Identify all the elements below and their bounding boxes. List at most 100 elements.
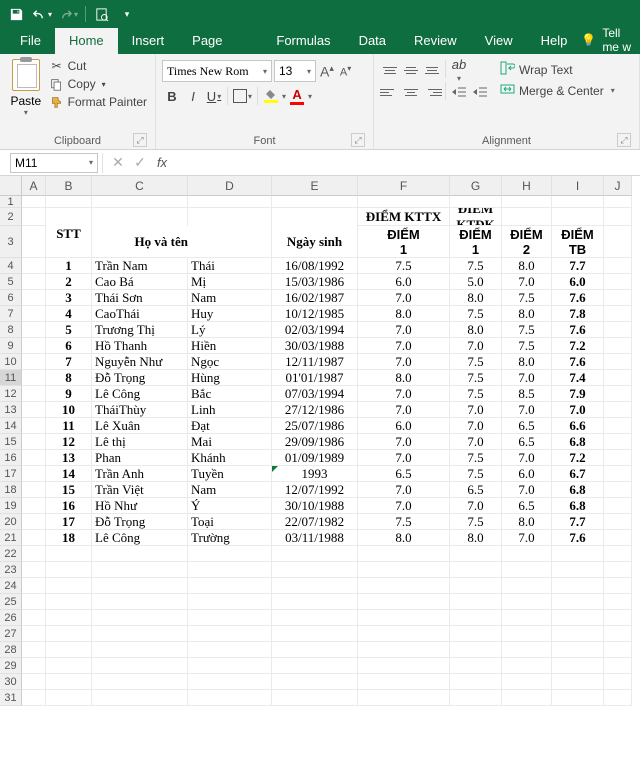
cell[interactable]: Thái bbox=[188, 258, 272, 274]
cell[interactable] bbox=[46, 642, 92, 658]
underline-button[interactable]: U▾ bbox=[204, 86, 224, 106]
cell[interactable]: 5.0 bbox=[450, 274, 502, 290]
cell[interactable] bbox=[188, 610, 272, 626]
row-header[interactable]: 22 bbox=[0, 546, 22, 562]
cell[interactable] bbox=[552, 674, 604, 690]
cell[interactable] bbox=[272, 208, 358, 226]
cell[interactable]: 7.5 bbox=[450, 386, 502, 402]
cell[interactable] bbox=[450, 578, 502, 594]
name-box[interactable]: M11▾ bbox=[10, 153, 98, 173]
row-header[interactable]: 17 bbox=[0, 466, 22, 482]
cell[interactable] bbox=[552, 626, 604, 642]
cell[interactable]: 7.5 bbox=[450, 258, 502, 274]
cell[interactable] bbox=[604, 226, 632, 258]
cell[interactable] bbox=[604, 322, 632, 338]
cell[interactable] bbox=[92, 562, 188, 578]
cell[interactable] bbox=[358, 196, 450, 208]
cell[interactable] bbox=[552, 208, 604, 226]
decrease-indent-button[interactable] bbox=[449, 82, 469, 102]
cell[interactable] bbox=[604, 450, 632, 466]
cell[interactable]: 01/09/1989 bbox=[272, 450, 358, 466]
cell[interactable]: 13 bbox=[46, 450, 92, 466]
cell[interactable] bbox=[604, 196, 632, 208]
cell[interactable] bbox=[22, 498, 46, 514]
cell[interactable] bbox=[22, 482, 46, 498]
cell[interactable] bbox=[358, 594, 450, 610]
row-header[interactable]: 27 bbox=[0, 626, 22, 642]
cell[interactable]: Thái Sơn bbox=[92, 290, 188, 306]
row-header[interactable]: 31 bbox=[0, 690, 22, 706]
cell[interactable] bbox=[22, 370, 46, 386]
row-header[interactable]: 25 bbox=[0, 594, 22, 610]
cell[interactable] bbox=[22, 562, 46, 578]
col-header-D[interactable]: D bbox=[188, 176, 272, 196]
cell[interactable] bbox=[46, 690, 92, 706]
cell[interactable]: 7.5 bbox=[502, 322, 552, 338]
row-header[interactable]: 19 bbox=[0, 498, 22, 514]
cell[interactable] bbox=[604, 402, 632, 418]
cell[interactable]: 15/03/1986 bbox=[272, 274, 358, 290]
row-header[interactable]: 23 bbox=[0, 562, 22, 578]
cell[interactable]: 7.0 bbox=[502, 274, 552, 290]
cell[interactable]: 14 bbox=[46, 466, 92, 482]
cell[interactable] bbox=[450, 610, 502, 626]
row-header[interactable]: 15 bbox=[0, 434, 22, 450]
cell[interactable] bbox=[46, 594, 92, 610]
format-painter-button[interactable]: Format Painter bbox=[48, 94, 149, 110]
cell[interactable] bbox=[358, 562, 450, 578]
cell[interactable]: Hồ Thanh bbox=[92, 338, 188, 354]
cell[interactable]: 15 bbox=[46, 482, 92, 498]
cell[interactable]: Ngày sinh bbox=[272, 226, 358, 258]
cell[interactable] bbox=[604, 482, 632, 498]
cell[interactable]: Trần Nam bbox=[92, 258, 188, 274]
cell[interactable] bbox=[604, 370, 632, 386]
cell[interactable] bbox=[272, 674, 358, 690]
cell[interactable] bbox=[22, 530, 46, 546]
cell[interactable] bbox=[604, 514, 632, 530]
cell[interactable] bbox=[46, 208, 92, 226]
cell[interactable]: 7.9 bbox=[552, 386, 604, 402]
cell[interactable]: 7.0 bbox=[358, 482, 450, 498]
cell[interactable]: Toại bbox=[188, 514, 272, 530]
cell[interactable] bbox=[92, 196, 188, 208]
cell[interactable] bbox=[92, 626, 188, 642]
row-header[interactable]: 14 bbox=[0, 418, 22, 434]
cell[interactable]: 7.5 bbox=[450, 450, 502, 466]
cell[interactable]: 22/07/1982 bbox=[272, 514, 358, 530]
cell[interactable]: 3 bbox=[46, 290, 92, 306]
cell[interactable] bbox=[502, 594, 552, 610]
row-header[interactable]: 12 bbox=[0, 386, 22, 402]
cell[interactable]: 4 bbox=[46, 306, 92, 322]
cell[interactable]: Trương Thị bbox=[92, 322, 188, 338]
bold-button[interactable]: B bbox=[162, 86, 182, 106]
cell[interactable]: Lý bbox=[188, 322, 272, 338]
cell[interactable] bbox=[22, 626, 46, 642]
cell[interactable] bbox=[188, 226, 272, 258]
cell[interactable]: 8.0 bbox=[358, 530, 450, 546]
paste-button[interactable]: Paste ▾ bbox=[6, 56, 46, 133]
cell[interactable]: ĐIỂMTB bbox=[552, 226, 604, 258]
cell[interactable]: Lê Xuân bbox=[92, 418, 188, 434]
tab-page-layout[interactable]: Page Layout bbox=[178, 28, 262, 54]
cell[interactable] bbox=[22, 258, 46, 274]
cell[interactable] bbox=[450, 546, 502, 562]
cell[interactable] bbox=[188, 658, 272, 674]
cell[interactable]: 12/07/1992 bbox=[272, 482, 358, 498]
col-header-A[interactable]: A bbox=[22, 176, 46, 196]
cell[interactable]: 6.5 bbox=[450, 482, 502, 498]
cell[interactable]: 7.5 bbox=[450, 354, 502, 370]
cell[interactable] bbox=[272, 690, 358, 706]
cell[interactable]: 7.0 bbox=[358, 434, 450, 450]
cell[interactable] bbox=[604, 386, 632, 402]
cell[interactable]: 16/08/1992 bbox=[272, 258, 358, 274]
cell[interactable]: 7.0 bbox=[358, 450, 450, 466]
enter-formula-icon[interactable]: ✓ bbox=[129, 154, 151, 171]
cell[interactable] bbox=[46, 626, 92, 642]
cell[interactable] bbox=[188, 578, 272, 594]
clipboard-launcher[interactable]: ⤢ bbox=[133, 133, 147, 147]
cell[interactable]: 25/07/1986 bbox=[272, 418, 358, 434]
cell[interactable]: 9 bbox=[46, 386, 92, 402]
cell[interactable] bbox=[272, 196, 358, 208]
cell[interactable]: Ngọc bbox=[188, 354, 272, 370]
col-header-I[interactable]: I bbox=[552, 176, 604, 196]
